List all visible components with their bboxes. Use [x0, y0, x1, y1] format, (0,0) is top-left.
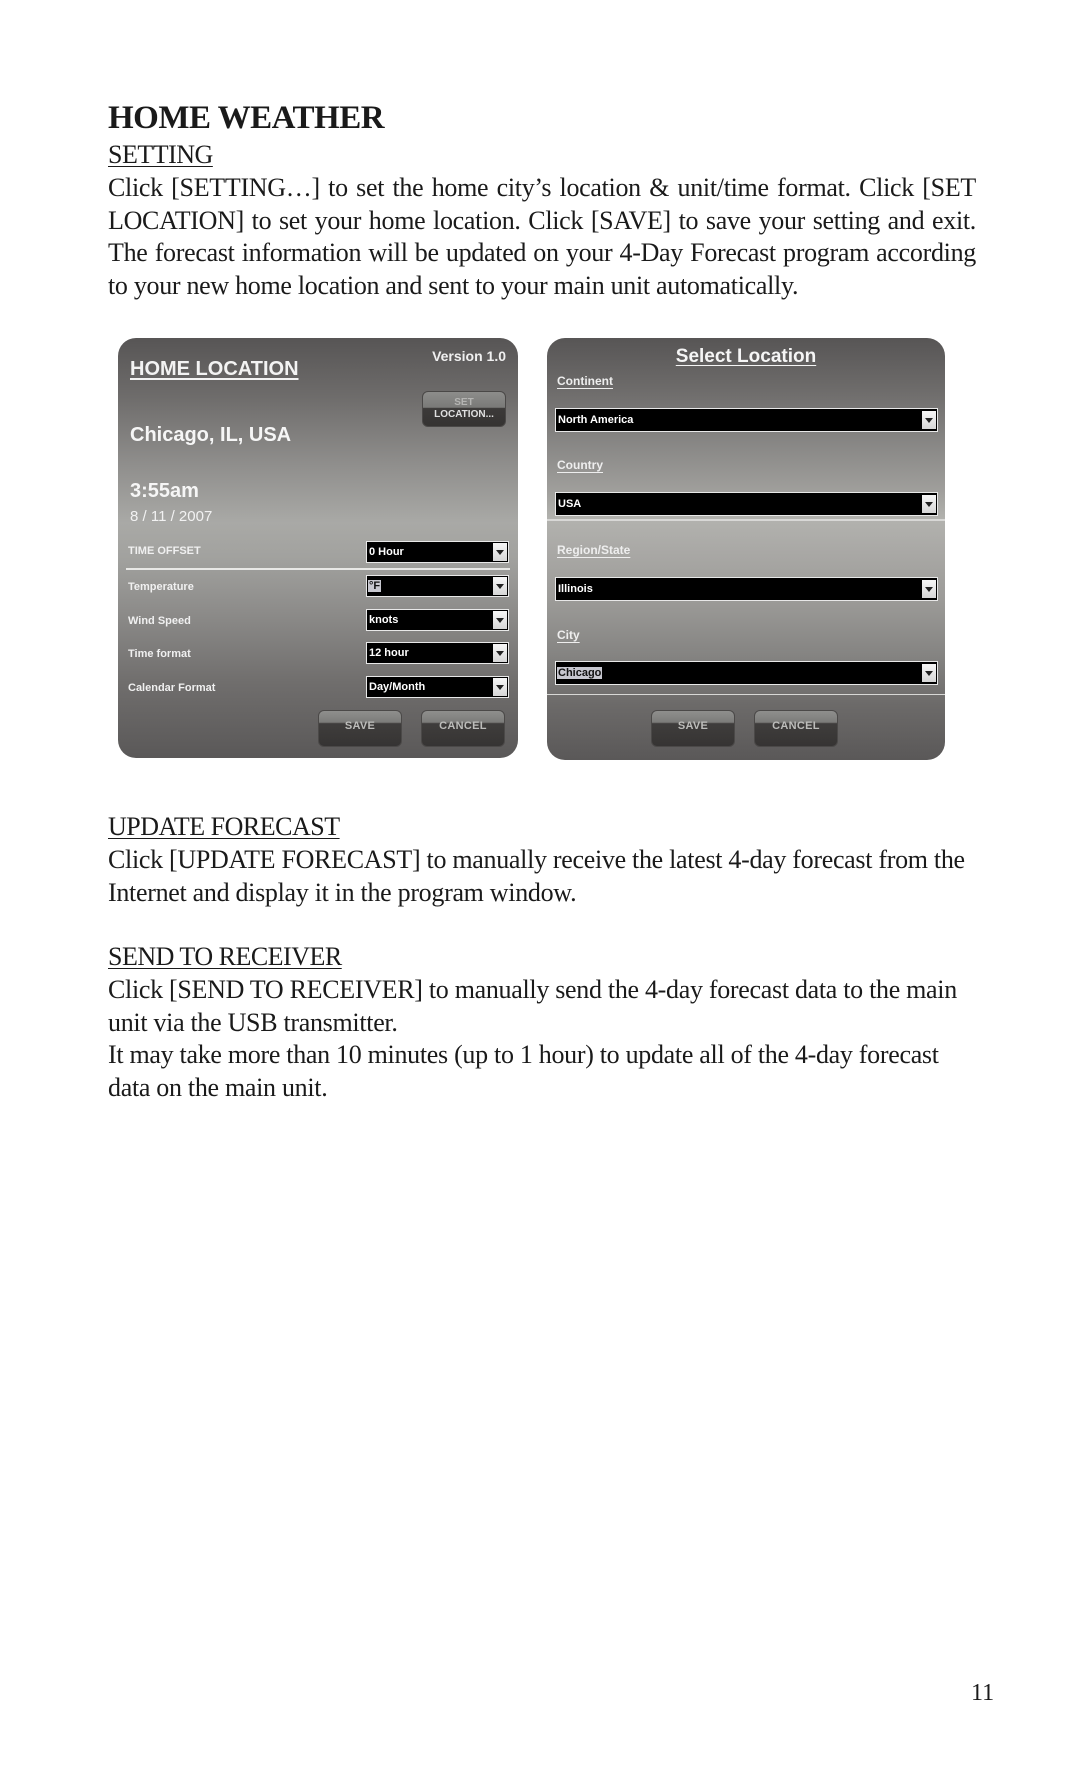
chevron-down-icon[interactable]	[493, 611, 507, 629]
time-offset-dropdown[interactable]: 0 Hour	[366, 541, 509, 563]
wind-speed-label: Wind Speed	[128, 615, 191, 627]
temperature-label: Temperature	[128, 581, 194, 593]
region-state-label: Region/State	[557, 543, 631, 557]
version-label: Version 1.0	[432, 348, 506, 364]
select-location-title: Select Location	[675, 346, 817, 367]
save-button[interactable]: SAVE	[651, 710, 735, 747]
section-heading-update-forecast: UPDATE FORECAST	[108, 812, 340, 841]
country-value: USA	[558, 498, 582, 510]
setting-paragraph: Click [SETTING…] to set the home city’s …	[108, 173, 976, 300]
home-location-panel: HOME LOCATION Version 1.0 SET LOCATION..…	[118, 338, 518, 758]
chevron-down-icon[interactable]	[493, 577, 507, 595]
chevron-down-icon[interactable]	[922, 411, 936, 429]
time-offset-label: TIME OFFSET	[128, 545, 201, 557]
wind-speed-value: knots	[369, 614, 399, 626]
set-location-button[interactable]: SET LOCATION...	[422, 391, 506, 427]
section-heading-send-to-receiver: SEND TO RECEIVER	[108, 942, 342, 971]
region-state-dropdown[interactable]: Illinois	[555, 577, 938, 601]
country-label: Country	[557, 458, 603, 472]
calendar-format-label: Calendar Format	[128, 682, 216, 694]
calendar-format-value: Day/Month	[369, 681, 426, 693]
send-to-receiver-paragraph: Click [SEND TO RECEIVER] to manually sen…	[108, 975, 957, 1037]
set-location-label-line1: SET	[454, 397, 474, 408]
region-state-value: Illinois	[558, 583, 593, 595]
city-value: Chicago	[557, 667, 603, 679]
select-location-panel: Select Location Continent North America …	[547, 338, 945, 760]
page-number: 11	[971, 1680, 995, 1706]
divider	[126, 568, 510, 570]
cancel-button[interactable]: CANCEL	[754, 710, 838, 747]
time-format-dropdown[interactable]: 12 hour	[366, 642, 509, 664]
city-label: City	[557, 628, 580, 642]
chevron-down-icon[interactable]	[922, 664, 936, 682]
city-dropdown[interactable]: Chicago	[555, 661, 938, 685]
home-city: Chicago, IL, USA	[130, 424, 292, 446]
time-format-label: Time format	[128, 648, 191, 660]
update-forecast-paragraph: Click [UPDATE FORECAST] to manually rece…	[108, 845, 965, 907]
page-title: HOME WEATHER	[108, 100, 385, 136]
chevron-down-icon[interactable]	[493, 543, 507, 561]
time-format-value: 12 hour	[369, 647, 409, 659]
wind-speed-dropdown[interactable]: knots	[366, 609, 509, 631]
set-location-label-line2: LOCATION...	[434, 409, 494, 420]
save-button[interactable]: SAVE	[318, 710, 402, 747]
continent-label: Continent	[557, 374, 613, 388]
send-to-receiver-note: It may take more than 10 minutes (up to …	[108, 1040, 939, 1102]
time-offset-value: 0 Hour	[369, 546, 404, 558]
local-time: 3:55am	[130, 480, 199, 502]
chevron-down-icon[interactable]	[493, 678, 507, 696]
home-location-title: HOME LOCATION	[130, 358, 299, 380]
divider	[547, 519, 945, 521]
country-dropdown[interactable]: USA	[555, 492, 938, 516]
temperature-dropdown[interactable]: °F	[366, 575, 509, 597]
chevron-down-icon[interactable]	[922, 495, 936, 513]
chevron-down-icon[interactable]	[922, 580, 936, 598]
continent-value: North America	[558, 414, 634, 426]
temperature-value: °F	[368, 580, 382, 592]
chevron-down-icon[interactable]	[493, 644, 507, 662]
calendar-format-dropdown[interactable]: Day/Month	[366, 676, 509, 698]
section-heading-setting: SETTING	[108, 140, 213, 169]
divider	[547, 694, 945, 695]
continent-dropdown[interactable]: North America	[555, 408, 938, 432]
local-date: 8 / 11 / 2007	[130, 508, 213, 525]
cancel-button[interactable]: CANCEL	[421, 710, 505, 747]
